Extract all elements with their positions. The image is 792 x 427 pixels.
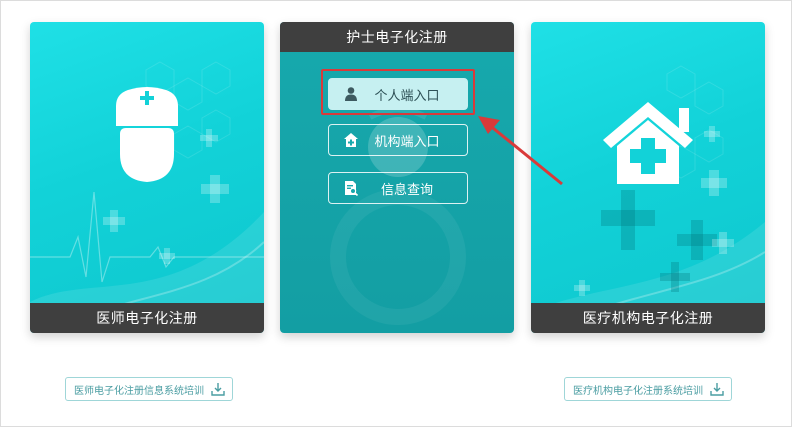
training-label: 医师电子化注册信息系统培训: [74, 385, 204, 397]
medical-pattern-decoration: [30, 61, 264, 333]
card-title: 医疗机构电子化注册: [531, 303, 765, 333]
info-query-button[interactable]: 信息查询: [328, 172, 468, 204]
person-icon: [345, 87, 357, 101]
institution-training-download-button[interactable]: 医疗机构电子化注册系统培训: [564, 377, 732, 401]
card-title: 护士电子化注册: [280, 22, 514, 52]
button-label: 个人端入口: [374, 88, 440, 104]
doctor-training-download-button[interactable]: 医师电子化注册信息系统培训: [65, 377, 233, 401]
download-icon: [211, 383, 225, 396]
download-icon: [710, 383, 724, 396]
institution-entry-button[interactable]: 机构端入口: [328, 124, 468, 156]
button-label: 机构端入口: [374, 134, 440, 150]
training-label: 医疗机构电子化注册系统培训: [573, 385, 703, 397]
annotation-arrow: [478, 116, 563, 186]
document-search-icon: [345, 181, 359, 196]
institution-home-icon: [344, 133, 358, 147]
card-title: 医师电子化注册: [30, 303, 264, 333]
doctor-registration-card[interactable]: 医师电子化注册: [30, 22, 264, 333]
button-label: 信息查询: [380, 182, 433, 198]
personal-entry-button[interactable]: 个人端入口: [328, 78, 468, 110]
